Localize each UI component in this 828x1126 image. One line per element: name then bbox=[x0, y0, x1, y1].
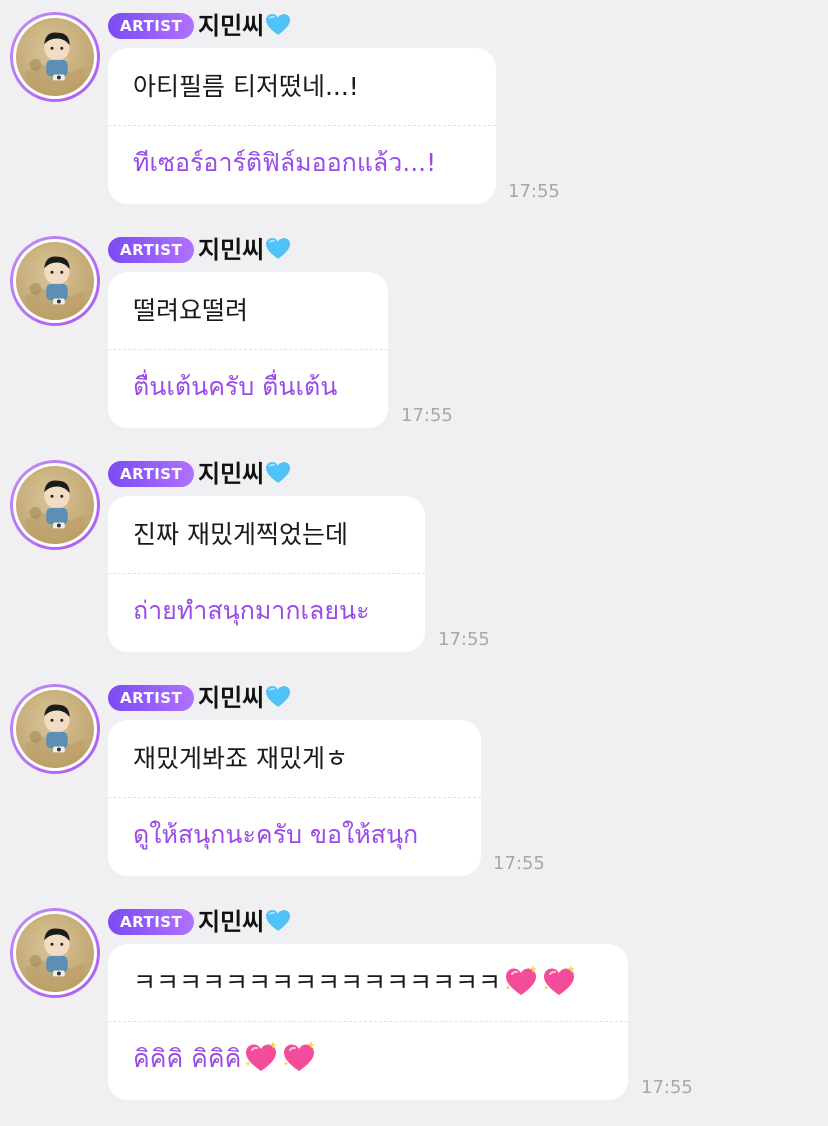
message-time: 17:55 bbox=[401, 405, 453, 426]
profile-character-icon bbox=[25, 256, 85, 320]
artist-badge: ARTIST bbox=[108, 909, 195, 935]
translation-divider bbox=[108, 125, 496, 126]
message-bubble[interactable]: 재밌게봐죠 재밌게ㅎ ดูให้สนุกนะครับ ขอให้สนุก bbox=[108, 720, 481, 876]
sparkling-heart-icon bbox=[283, 1041, 316, 1071]
sender-name[interactable]: 지민씨 bbox=[198, 8, 291, 44]
sender-name-text: 지민씨 bbox=[198, 236, 265, 264]
avatar-image bbox=[16, 18, 94, 96]
original-message-text: ㅋㅋㅋㅋㅋㅋㅋㅋㅋㅋㅋㅋㅋㅋㅋㅋ bbox=[133, 968, 502, 997]
avatar-ring bbox=[13, 239, 97, 323]
sender-name[interactable]: 지민씨 bbox=[198, 904, 291, 940]
sender-name[interactable]: 지민씨 bbox=[198, 232, 291, 268]
message-time: 17:55 bbox=[438, 629, 490, 650]
original-message-text: 아티필름 티저떴네...! bbox=[133, 72, 359, 101]
profile-character-icon bbox=[25, 704, 85, 768]
sender-name-text: 지민씨 bbox=[198, 460, 265, 488]
message-bubble[interactable]: ㅋㅋㅋㅋㅋㅋㅋㅋㅋㅋㅋㅋㅋㅋㅋㅋ คิคิคิ คิคิคิ bbox=[108, 944, 628, 1100]
blue-heart-icon bbox=[266, 14, 291, 35]
profile-character-icon bbox=[25, 928, 85, 992]
sender-name-text: 지민씨 bbox=[198, 12, 265, 40]
original-message-text: 진짜 재밌게찍었는데 bbox=[133, 520, 348, 549]
avatar[interactable] bbox=[10, 684, 100, 774]
sparkling-heart-icon bbox=[543, 965, 576, 995]
translation-divider bbox=[108, 1021, 628, 1022]
sender-name[interactable]: 지민씨 bbox=[198, 456, 291, 492]
avatar-image bbox=[16, 690, 94, 768]
chat-message: ARTIST 지민씨 떨려요떨려 ตื่นเต้นครับ ตื่นเต้น 1… bbox=[0, 224, 828, 444]
avatar-image bbox=[16, 242, 94, 320]
profile-character-icon bbox=[25, 480, 85, 544]
translated-message-text: คิคิคิ คิคิคิ bbox=[133, 1044, 242, 1073]
translated-message-text: ตื่นเต้นครับ ตื่นเต้น bbox=[133, 372, 338, 401]
blue-heart-icon bbox=[266, 686, 291, 707]
artist-badge: ARTIST bbox=[108, 13, 195, 39]
original-message-text: 떨려요떨려 bbox=[133, 296, 249, 325]
chat-message: ARTIST 지민씨 재밌게봐죠 재밌게ㅎ ดูให้สนุกนะครับ ขอ… bbox=[0, 672, 828, 892]
translated-message-text: ทีเซอร์อาร์ติฟิล์มออกแล้ว...! bbox=[133, 148, 437, 177]
message-time: 17:55 bbox=[508, 181, 560, 202]
avatar-image bbox=[16, 914, 94, 992]
avatar-ring bbox=[13, 15, 97, 99]
sender-name-text: 지민씨 bbox=[198, 684, 265, 712]
avatar[interactable] bbox=[10, 236, 100, 326]
message-time: 17:55 bbox=[493, 853, 545, 874]
avatar[interactable] bbox=[10, 460, 100, 550]
artist-badge: ARTIST bbox=[108, 685, 195, 711]
translated-message-text: ถ่ายทำสนุกมากเลยนะ bbox=[133, 596, 370, 625]
message-bubble[interactable]: 아티필름 티저떴네...! ทีเซอร์อาร์ติฟิล์มออกแล้ว.… bbox=[108, 48, 496, 204]
chat-message: ARTIST 지민씨 아티필름 티저떴네...! ทีเซอร์อาร์ติฟิ… bbox=[0, 0, 828, 220]
message-bubble[interactable]: 진짜 재밌게찍었는데 ถ่ายทำสนุกมากเลยนะ bbox=[108, 496, 425, 652]
profile-character-icon bbox=[25, 32, 85, 96]
avatar-ring bbox=[13, 687, 97, 771]
sparkling-heart-icon bbox=[245, 1041, 278, 1071]
blue-heart-icon bbox=[266, 238, 291, 259]
avatar[interactable] bbox=[10, 908, 100, 998]
sender-name[interactable]: 지민씨 bbox=[198, 680, 291, 716]
translation-divider bbox=[108, 349, 388, 350]
message-bubble[interactable]: 떨려요떨려 ตื่นเต้นครับ ตื่นเต้น bbox=[108, 272, 388, 428]
blue-heart-icon bbox=[266, 462, 291, 483]
translation-divider bbox=[108, 797, 481, 798]
sparkling-heart-icon bbox=[505, 965, 538, 995]
avatar-ring bbox=[13, 463, 97, 547]
original-message-text: 재밌게봐죠 재밌게ㅎ bbox=[133, 744, 348, 773]
translated-message-text: ดูให้สนุกนะครับ ขอให้สนุก bbox=[133, 820, 419, 849]
original-message-line: ㅋㅋㅋㅋㅋㅋㅋㅋㅋㅋㅋㅋㅋㅋㅋㅋ bbox=[133, 964, 577, 1002]
blue-heart-icon bbox=[266, 910, 291, 931]
avatar[interactable] bbox=[10, 12, 100, 102]
translation-divider bbox=[108, 573, 425, 574]
avatar-ring bbox=[13, 911, 97, 995]
chat-message: ARTIST 지민씨 ㅋㅋㅋㅋㅋㅋㅋㅋㅋㅋㅋㅋㅋㅋㅋㅋ คิคิคิ คิคิค… bbox=[0, 896, 828, 1116]
translated-message-line: คิคิคิ คิคิคิ bbox=[133, 1040, 317, 1078]
artist-badge: ARTIST bbox=[108, 237, 195, 263]
artist-badge: ARTIST bbox=[108, 461, 195, 487]
sender-name-text: 지민씨 bbox=[198, 908, 265, 936]
message-time: 17:55 bbox=[641, 1077, 693, 1098]
chat-message: ARTIST 지민씨 진짜 재밌게찍었는데 ถ่ายทำสนุกมากเลยนะ… bbox=[0, 448, 828, 668]
avatar-image bbox=[16, 466, 94, 544]
